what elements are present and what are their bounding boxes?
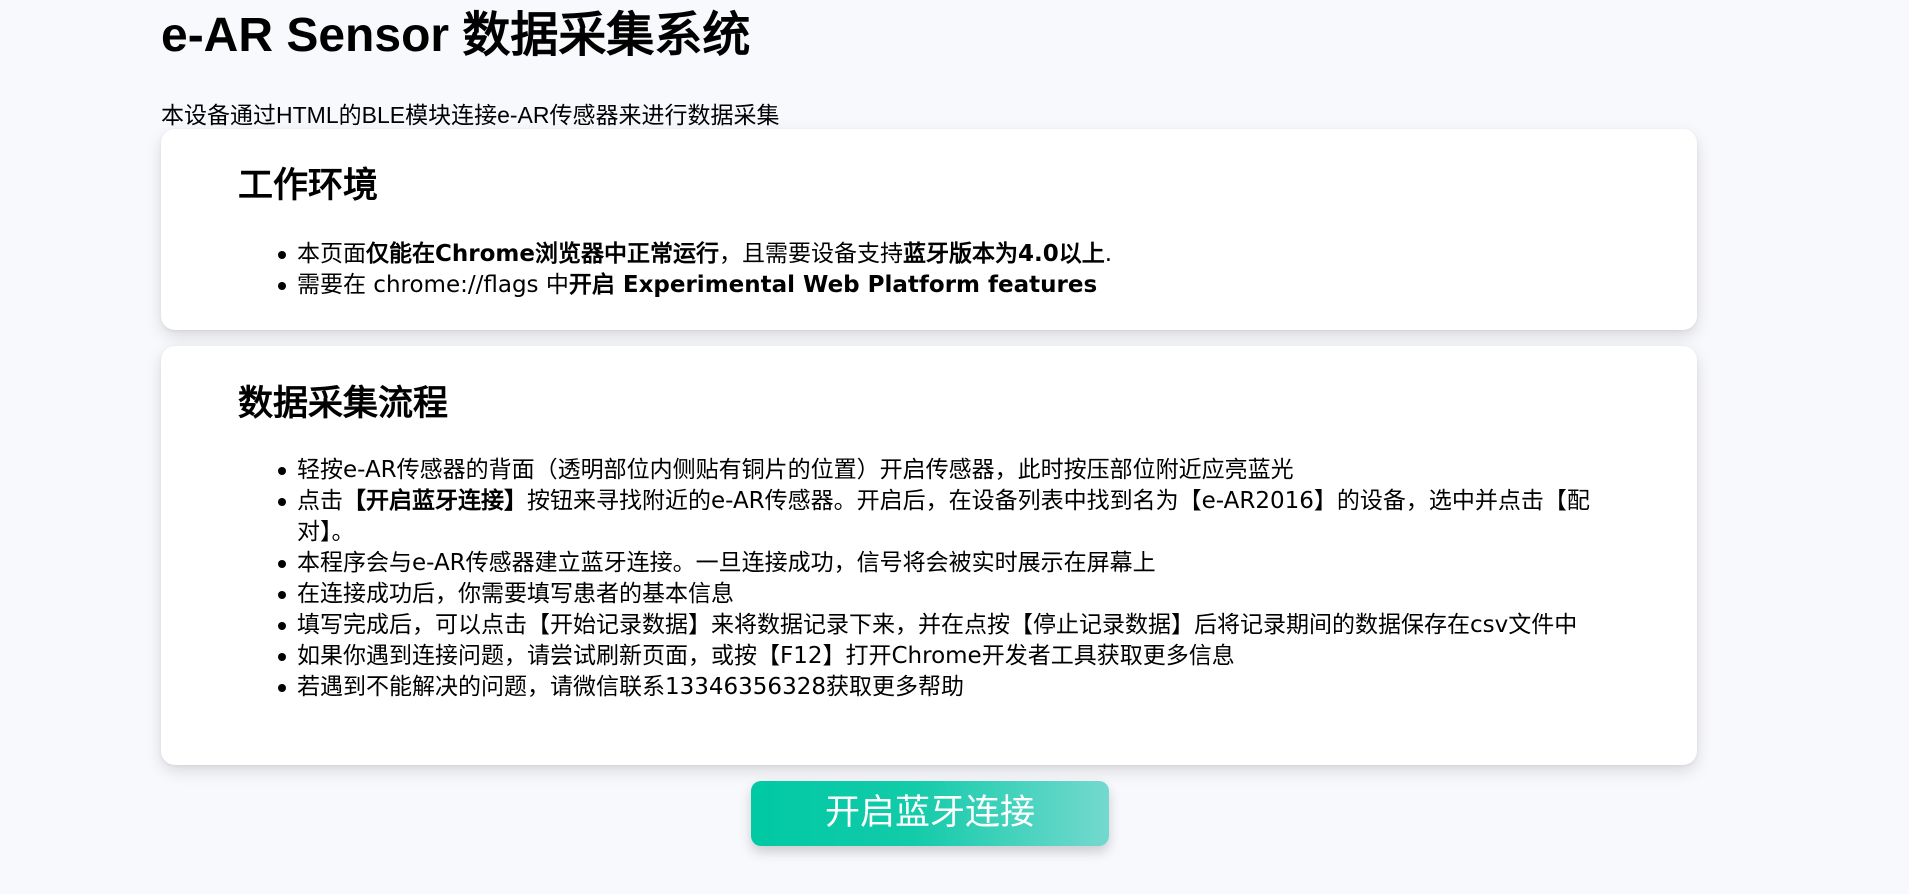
process-step: 若遇到不能解决的问题，请微信联系13346356328获取更多帮助 (278, 672, 1617, 703)
environment-item-flags: 需要在 chrome://flags 中开启 Experimental Web … (278, 270, 1617, 301)
environment-item-emphasis: 蓝牙版本为4.0以上 (902, 241, 1105, 267)
process-step: 填写完成后，可以点击【开始记录数据】来将数据记录下来，并在点按【停止记录数据】后… (278, 610, 1617, 641)
environment-heading: 工作环境 (238, 166, 379, 206)
page-title: e-AR Sensor 数据采集系统 (161, 9, 751, 62)
environment-item-text: ，且需要设备支持 (718, 241, 903, 267)
process-card: 数据采集流程 轻按e-AR传感器的背面（透明部位内侧贴有铜片的位置）开启传感器，… (161, 346, 1697, 765)
page-subtitle: 本设备通过HTML的BLE模块连接e-AR传感器来进行数据采集 (161, 102, 780, 128)
environment-item-emphasis: 开启 Experimental Web Platform features (568, 272, 1098, 298)
process-step: 轻按e-AR传感器的背面（透明部位内侧贴有铜片的位置）开启传感器，此时按压部位附… (278, 455, 1617, 486)
process-heading: 数据采集流程 (238, 384, 449, 424)
environment-item-text: . (1104, 241, 1113, 267)
page: e-AR Sensor 数据采集系统 本设备通过HTML的BLE模块连接e-AR… (0, 0, 1909, 894)
environment-list: 本页面仅能在Chrome浏览器中正常运行，且需要设备支持蓝牙版本为4.0以上. … (278, 239, 1617, 301)
process-step: 点击【开启蓝牙连接】按钮来寻找附近的e-AR传感器。开启后，在设备列表中找到名为… (278, 486, 1617, 548)
environment-item-text: 需要在 chrome://flags 中 (297, 272, 569, 298)
environment-item-text: 本页面 (297, 241, 366, 267)
process-step-text: 点击 (297, 488, 343, 514)
process-step-emphasis: 【开启蓝牙连接】 (343, 488, 527, 514)
environment-card: 工作环境 本页面仅能在Chrome浏览器中正常运行，且需要设备支持蓝牙版本为4.… (161, 129, 1697, 330)
process-step: 本程序会与e-AR传感器建立蓝牙连接。一旦连接成功，信号将会被实时展示在屏幕上 (278, 548, 1617, 579)
environment-item-browser: 本页面仅能在Chrome浏览器中正常运行，且需要设备支持蓝牙版本为4.0以上. (278, 239, 1617, 270)
process-step: 在连接成功后，你需要填写患者的基本信息 (278, 579, 1617, 610)
process-list: 轻按e-AR传感器的背面（透明部位内侧贴有铜片的位置）开启传感器，此时按压部位附… (278, 455, 1617, 703)
environment-item-emphasis: 仅能在Chrome浏览器中正常运行 (366, 241, 719, 267)
connect-bluetooth-button[interactable]: 开启蓝牙连接 (751, 781, 1109, 846)
process-step: 如果你遇到连接问题，请尝试刷新页面，或按【F12】打开Chrome开发者工具获取… (278, 641, 1617, 672)
